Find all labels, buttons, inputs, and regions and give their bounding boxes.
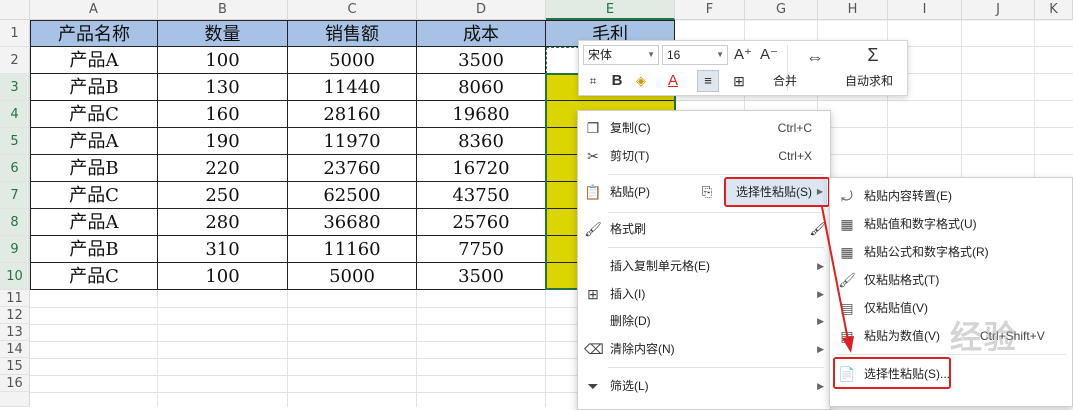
annotation-arrow <box>821 206 854 353</box>
watermark: 经验 <box>950 318 1019 356</box>
